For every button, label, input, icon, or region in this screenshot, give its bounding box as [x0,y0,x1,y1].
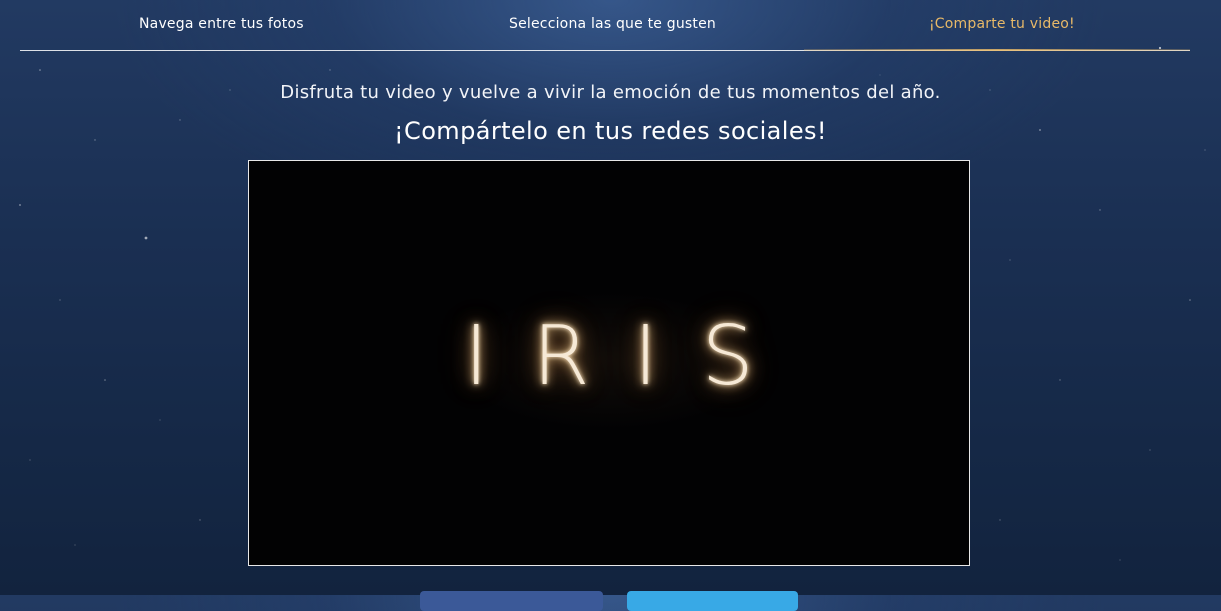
step-select-photos[interactable]: Selecciona las que te gusten [509,16,716,32]
share-twitter-button[interactable] [627,591,798,611]
page-title: ¡Compártelo en tus redes sociales! [394,117,827,145]
active-step-indicator [804,49,1190,51]
intro-text: Disfruta tu video y vuelve a vivir la em… [280,82,941,103]
step-navigation: Navega entre tus fotos Selecciona las qu… [20,0,1190,51]
step-share-video[interactable]: ¡Comparte tu video! [929,16,1075,32]
video-player[interactable]: IRIS [248,160,970,566]
video-sparkler-text: IRIS [464,309,798,404]
step-browse-photos[interactable]: Navega entre tus fotos [139,16,304,32]
share-facebook-button[interactable] [420,591,603,611]
